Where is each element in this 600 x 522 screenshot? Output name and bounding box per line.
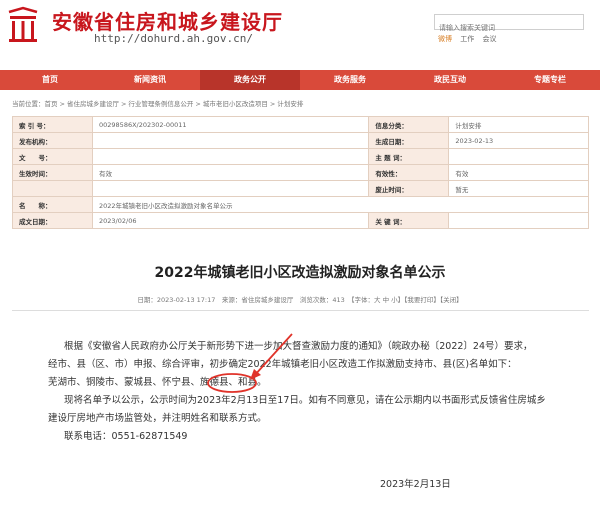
header-link-weibo[interactable]: 微博 <box>438 35 452 43</box>
nav-item-news[interactable]: 新闻资讯 <box>100 70 200 90</box>
search-box[interactable] <box>434 14 584 35</box>
contact-phone: 联系电话：0551-62871549 <box>64 431 188 442</box>
breadcrumb-item[interactable]: 省住房城乡建设厅 <box>67 100 119 108</box>
info-label: 主 题 词： <box>368 148 450 165</box>
table-row: 生效时间： 有效 有效性： 有效 <box>12 164 589 181</box>
article-paragraph: 建设厅房地产市场监管处，并注明姓名和联系方式。 <box>48 413 267 424</box>
table-row: 名 称： 2022年城镇老旧小区改造拟激励对象名单公示 <box>12 196 589 213</box>
article-title: 2022年城镇老旧小区改造拟激励对象名单公示 <box>154 265 446 281</box>
breadcrumb: 当前位置：首页 > 省住房城乡建设厅 > 行业管理条例信息公开 > 城市老旧小区改造项目 > 计… <box>12 100 304 108</box>
city-list-text: 芜湖市、铜陵市、蒙城县、怀宁县、 <box>48 377 201 388</box>
info-label: 文 号： <box>12 148 93 165</box>
info-value <box>91 180 370 197</box>
search-input[interactable] <box>435 21 583 35</box>
info-value: 002985​86X/202302-00011 <box>91 116 370 133</box>
site-url: http://dohurd.ah.gov.cn/ <box>94 32 253 45</box>
article-paragraph: 芜湖市、铜陵市、蒙城县、怀宁县、旌德县、和县。 <box>48 374 568 392</box>
site-title[interactable]: 安徽省住房和城乡建设厅 <box>52 6 283 35</box>
table-row: 废止时间： 暂无 <box>12 180 589 197</box>
info-label: 废止时间： <box>368 180 450 197</box>
highlighted-county: 旌德县 <box>200 377 229 388</box>
nav-item-gov-info[interactable]: 政务公开 <box>200 70 300 90</box>
nav-item-home[interactable]: 首页 <box>0 70 100 90</box>
table-row: 索 引 号： 002985​86X/202302-00011 信息分类： 计划安… <box>12 116 589 133</box>
info-label: 关 键 词： <box>368 212 450 229</box>
info-label: 信息分类： <box>368 116 450 133</box>
info-value: 2023/02/06 <box>91 212 370 229</box>
header-links: 微博 工作 会议 <box>438 34 502 44</box>
publish-date: 2023年2月13日 <box>380 479 451 490</box>
nav-item-gov-service[interactable]: 政务服务 <box>300 70 400 90</box>
table-row: 发布机构： 生成日期： 2023-02-13 <box>12 132 589 149</box>
info-value: 暂无 <box>448 180 589 197</box>
nav-item-topics[interactable]: 专题专栏 <box>500 70 600 90</box>
site-logo-icon[interactable] <box>6 6 40 44</box>
info-value <box>91 132 370 149</box>
article-paragraph: 现将名单予以公示，公示时间为2023年2月13日至17日。如有不同意见，请在公示… <box>64 395 546 406</box>
table-row: 文 号： 主 题 词： <box>12 148 589 165</box>
info-value: 有效 <box>448 164 589 181</box>
info-label: 发布机构： <box>12 132 93 149</box>
info-value <box>448 212 589 229</box>
info-label: 成文日期： <box>12 212 93 229</box>
info-label: 索 引 号： <box>12 116 93 133</box>
article-paragraph: 根据《安徽省人民政府办公厅关于新形势下进一步加大督查激励力度的通知》（皖政办秘〔… <box>64 341 533 352</box>
header-link-meeting[interactable]: 会议 <box>482 35 496 43</box>
info-label: 生成日期： <box>368 132 450 149</box>
info-value: 2022年城镇老旧小区改造拟激励对象名单公示 <box>92 196 589 213</box>
info-value: 计划安排 <box>448 116 589 133</box>
info-label: 有效性： <box>368 164 450 181</box>
info-value <box>448 148 589 165</box>
info-value <box>91 148 370 165</box>
info-label <box>12 180 93 197</box>
info-value: 2023-02-13 <box>448 132 589 149</box>
info-table: 索 引 号： 002985​86X/202302-00011 信息分类： 计划安… <box>12 116 589 229</box>
city-list-text: 、和县。 <box>228 377 267 388</box>
article-paragraph: 经市、县（区、市）申报、综合评审，初步确定2022年城镇老旧小区改造工作拟激励支… <box>48 359 517 370</box>
breadcrumb-item[interactable]: 行业管理条例信息公开 <box>128 100 193 108</box>
info-label: 名 称： <box>12 196 93 213</box>
divider <box>12 310 589 311</box>
breadcrumb-item[interactable]: 城市老旧小区改造项目 <box>203 100 268 108</box>
breadcrumb-item[interactable]: 当前位置：首页 <box>12 100 58 108</box>
info-label: 生效时间： <box>12 164 93 181</box>
info-value: 有效 <box>91 164 370 181</box>
nav-item-interaction[interactable]: 政民互动 <box>400 70 500 90</box>
main-nav: 首页 新闻资讯 政务公开 政务服务 政民互动 专题专栏 <box>0 70 600 90</box>
site-header: 安徽省住房和城乡建设厅 http://dohurd.ah.gov.cn/ 微博 … <box>0 0 600 66</box>
article-meta: 日期：2023-02-13 17:17 来源：省住房城乡建设厅 浏览次数：413… <box>137 296 463 304</box>
table-row: 成文日期： 2023/02/06 关 键 词： <box>12 212 589 229</box>
breadcrumb-item[interactable]: 计划安排 <box>277 100 303 108</box>
header-link-work[interactable]: 工作 <box>460 35 474 43</box>
